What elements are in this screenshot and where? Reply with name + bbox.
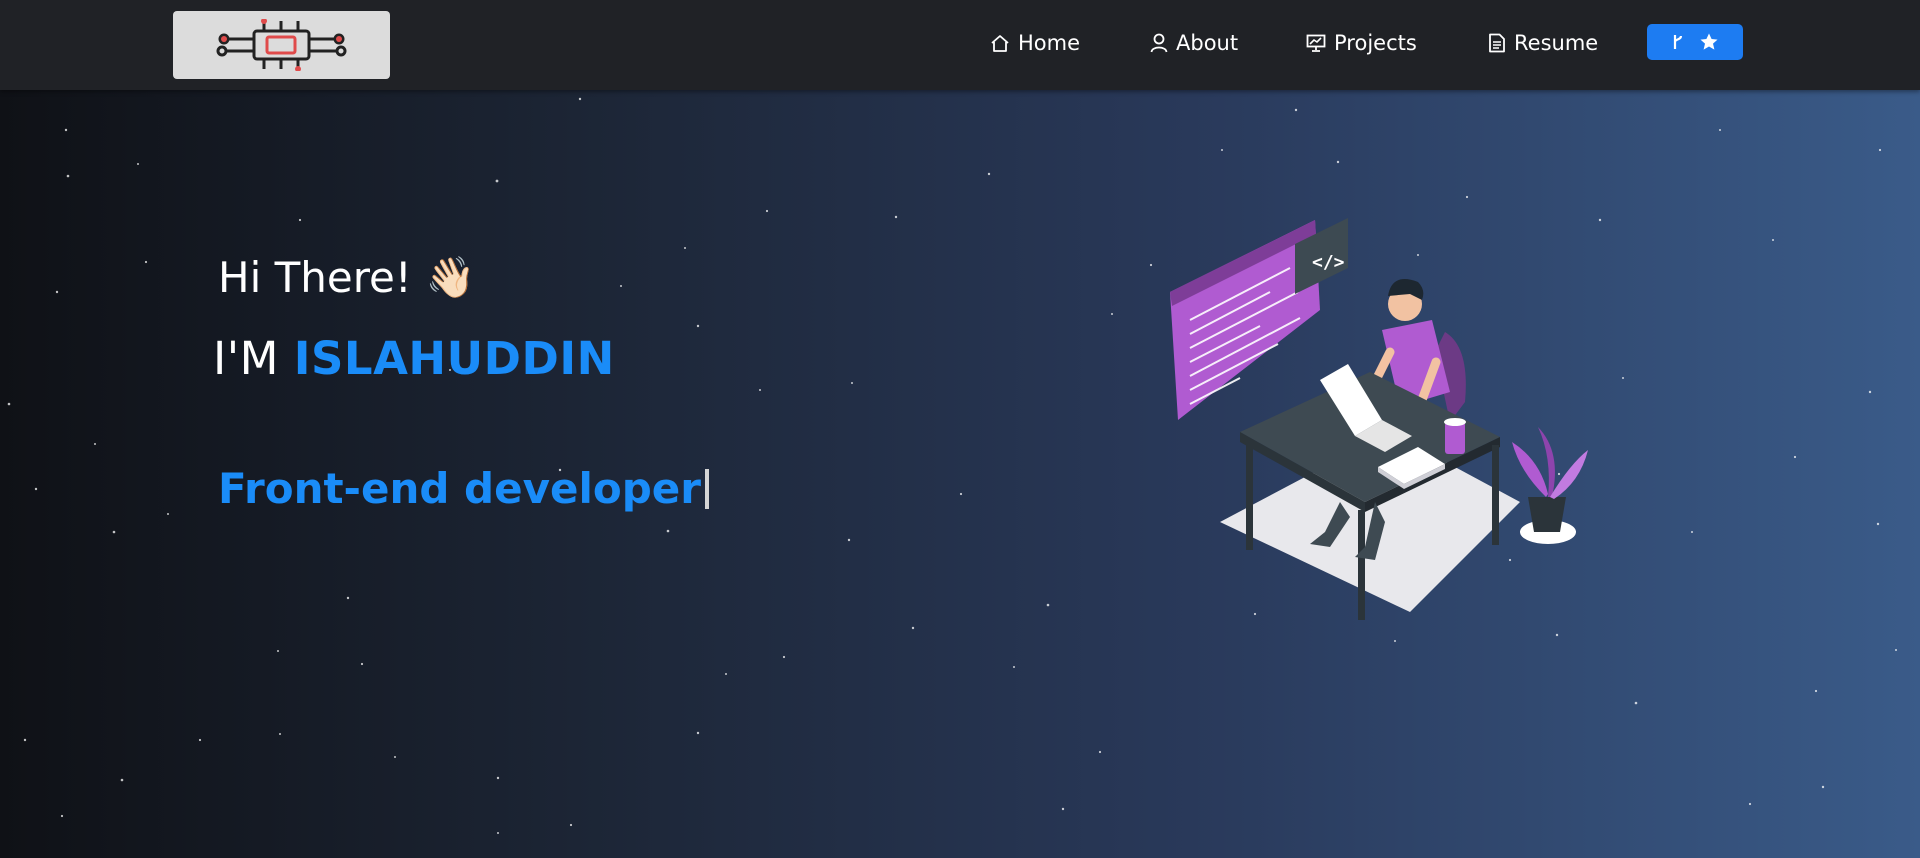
- nav-resume[interactable]: Resume: [1488, 28, 1598, 58]
- star-icon: [1700, 33, 1718, 50]
- nav-resume-label: Resume: [1514, 31, 1599, 55]
- presentation-chart-icon: [1306, 34, 1326, 52]
- git-fork-icon: [1673, 35, 1683, 49]
- nav-about-label: About: [1176, 31, 1239, 55]
- svg-text:</>: </>: [1312, 252, 1345, 273]
- nav-about[interactable]: About: [1150, 28, 1238, 58]
- hero-section: Hi There! 👋🏻 I'M ISLAHUDDIN Front-end de…: [0, 90, 1920, 858]
- intro-prefix: I'M: [213, 332, 279, 385]
- greeting: Hi There! 👋🏻: [218, 253, 476, 302]
- intro-heading: I'M ISLAHUDDIN: [213, 332, 615, 385]
- navbar: Home About Projects Resume: [0, 0, 1920, 90]
- hero-name: ISLAHUDDIN: [293, 332, 615, 385]
- user-icon: [1150, 33, 1168, 53]
- greeting-text: Hi There!: [218, 253, 412, 302]
- nav-projects-label: Projects: [1334, 31, 1417, 55]
- typewriter-role: Front-end developer: [218, 464, 709, 513]
- nav-home[interactable]: Home: [990, 28, 1080, 58]
- developer-at-desk-illustration: </>: [1170, 218, 1588, 620]
- circuit-chip-icon: [216, 19, 347, 71]
- nav-projects[interactable]: Projects: [1306, 28, 1417, 58]
- role-text: Front-end developer: [218, 464, 701, 513]
- logo[interactable]: [173, 11, 390, 79]
- waving-hand-icon: 👋🏻: [425, 255, 476, 301]
- document-icon: [1489, 33, 1505, 53]
- github-fork-star-button[interactable]: [1647, 24, 1743, 60]
- home-icon: [991, 35, 1009, 52]
- nav-home-label: Home: [1018, 31, 1081, 55]
- typing-cursor: [704, 468, 709, 509]
